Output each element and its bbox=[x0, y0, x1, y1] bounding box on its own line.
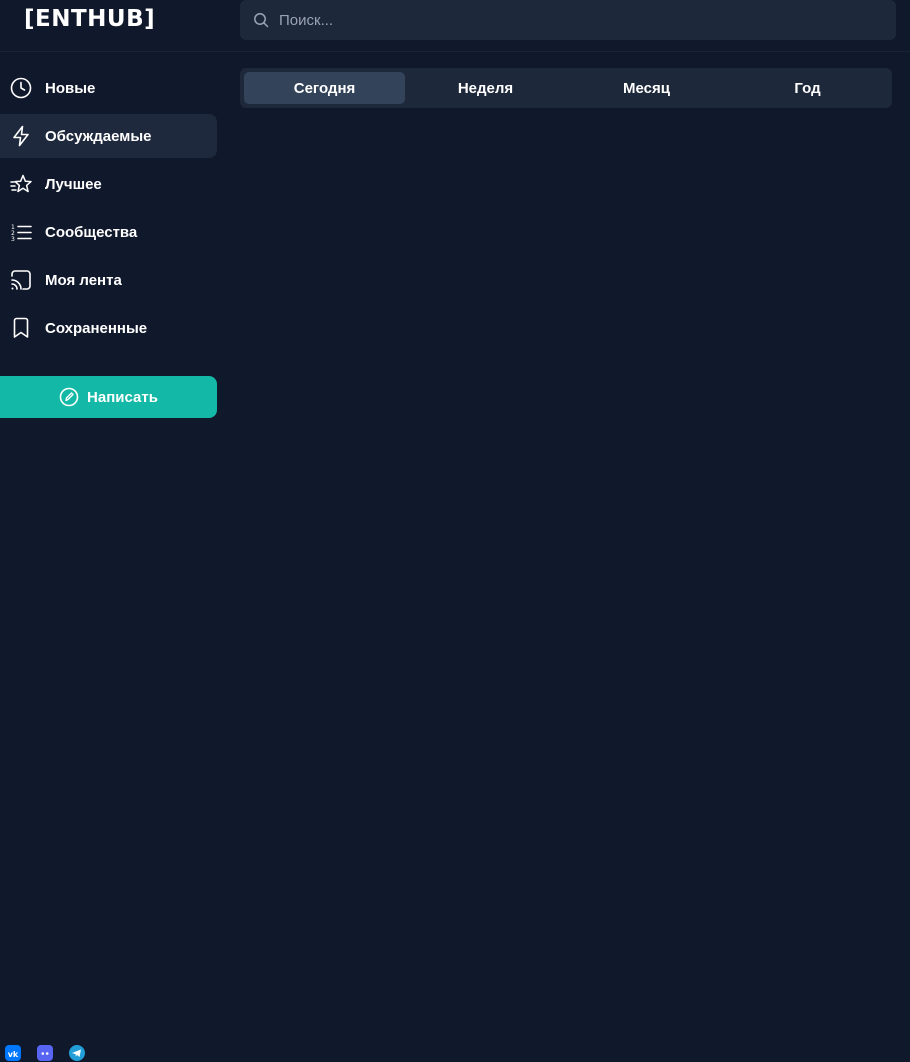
sidebar-item-communities[interactable]: 123 Сообщества bbox=[0, 210, 217, 254]
telegram-icon[interactable] bbox=[68, 1044, 86, 1062]
discord-icon[interactable] bbox=[36, 1044, 54, 1062]
header: [ENTHUB] bbox=[0, 0, 910, 52]
svg-text:vk: vk bbox=[8, 1050, 19, 1059]
lightning-icon bbox=[10, 125, 32, 147]
list-icon: 123 bbox=[10, 221, 32, 243]
social-links: vk bbox=[4, 1044, 86, 1062]
sidebar: Новые Обсуждаемые Лучшее 123 Сообщества … bbox=[0, 66, 217, 354]
sidebar-item-my-feed[interactable]: Моя лента bbox=[0, 258, 217, 302]
write-button-label: Написать bbox=[87, 388, 158, 406]
tab-today[interactable]: Сегодня bbox=[244, 72, 405, 104]
vk-icon[interactable]: vk bbox=[4, 1044, 22, 1062]
sidebar-item-label: Моя лента bbox=[45, 271, 122, 289]
period-tabs: Сегодня Неделя Месяц Год bbox=[240, 68, 892, 108]
tab-month[interactable]: Месяц bbox=[566, 72, 727, 104]
sidebar-item-label: Сообщества bbox=[45, 223, 138, 241]
sidebar-item-saved[interactable]: Сохраненные bbox=[0, 306, 217, 350]
write-button[interactable]: Написать bbox=[0, 376, 217, 418]
sidebar-item-label: Сохраненные bbox=[45, 319, 148, 337]
edit-icon bbox=[59, 387, 79, 407]
sidebar-item-label: Лучшее bbox=[45, 175, 102, 193]
sidebar-item-label: Обсуждаемые bbox=[45, 127, 152, 145]
tab-week[interactable]: Неделя bbox=[405, 72, 566, 104]
sidebar-item-label: Новые bbox=[45, 79, 96, 97]
feed-icon bbox=[10, 269, 32, 291]
sidebar-item-new[interactable]: Новые bbox=[0, 66, 217, 110]
search-icon bbox=[252, 11, 270, 29]
search-bar[interactable] bbox=[240, 0, 896, 40]
search-input[interactable] bbox=[279, 11, 879, 29]
sidebar-item-discussed[interactable]: Обсуждаемые bbox=[0, 114, 217, 158]
star-icon bbox=[10, 173, 32, 195]
logo[interactable]: [ENTHUB] bbox=[24, 6, 155, 32]
bookmark-icon bbox=[10, 317, 32, 339]
svg-text:3: 3 bbox=[11, 236, 15, 243]
tab-year[interactable]: Год bbox=[727, 72, 888, 104]
clock-icon bbox=[10, 77, 32, 99]
sidebar-item-best[interactable]: Лучшее bbox=[0, 162, 217, 206]
